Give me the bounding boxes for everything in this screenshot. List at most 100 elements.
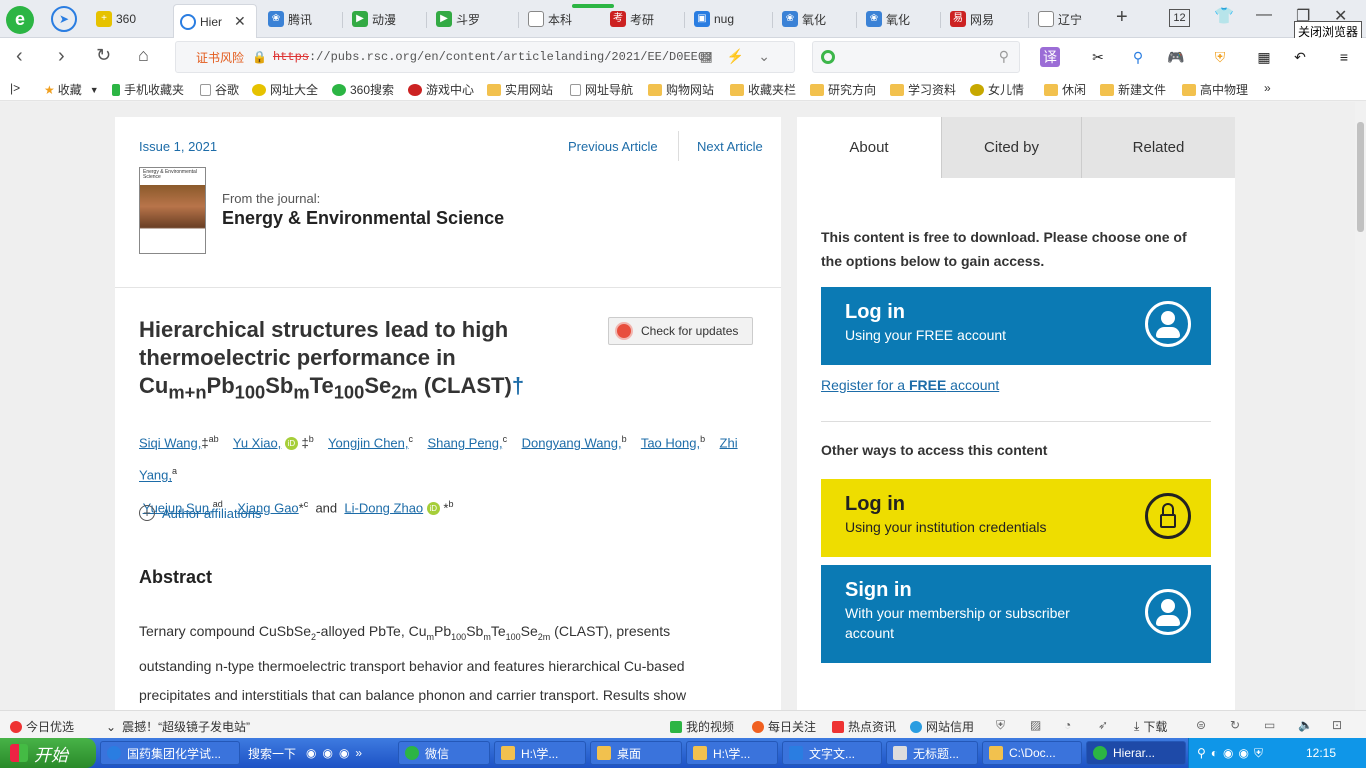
cleanup-icon[interactable]: ⊜ <box>1196 718 1206 732</box>
taskbar-item[interactable]: 桌面 <box>590 741 682 765</box>
bookmark-folder[interactable]: 休闲 <box>1044 81 1086 98</box>
orcid-icon[interactable]: iD <box>284 437 298 451</box>
taskbar-item[interactable]: 国药集团化学试... <box>100 741 240 765</box>
zoom-icon[interactable]: ⊡ <box>1332 718 1342 732</box>
site-credit[interactable]: 网站信用 <box>910 718 974 735</box>
reload-icon[interactable]: ↻ <box>96 45 111 66</box>
tab-undergrad[interactable]: 本科 <box>522 4 600 34</box>
taskbar-item[interactable]: H:\学... <box>686 741 778 765</box>
tab-cited-by[interactable]: Cited by <box>941 117 1081 178</box>
author-link[interactable]: Li-Dong Zhao <box>344 500 423 515</box>
start-button[interactable]: 开始 <box>0 738 96 768</box>
bookmark-folder[interactable]: 学习资料 <box>890 81 956 98</box>
register-link[interactable]: Register for a FREE account <box>821 377 999 393</box>
minimize-icon[interactable]: — <box>1256 6 1272 24</box>
author-link[interactable]: Yongjin Chen, <box>328 435 408 450</box>
tab-360[interactable]: +360 <box>90 4 168 34</box>
tab-oxide-1[interactable]: ❀ 氧化 <box>776 4 854 34</box>
navigation-arrow-icon[interactable]: ➤ <box>51 6 77 32</box>
tab-count-badge[interactable]: 12 <box>1169 9 1190 27</box>
daily-focus[interactable]: 每日关注 <box>752 718 816 735</box>
check-for-updates-button[interactable]: Check for updates <box>608 317 753 345</box>
scissors-icon[interactable]: ✂ <box>1088 47 1108 67</box>
previous-article-link[interactable]: Previous Article <box>568 139 658 154</box>
tab-nug[interactable]: ▣ nug <box>688 4 770 34</box>
url-bar[interactable]: 证书风险 🔒 https ://pubs.rsc.org/en/content/… <box>175 41 795 73</box>
menu-icon[interactable]: ≡ <box>1334 47 1354 67</box>
tray-icons[interactable]: ⚲◐◉◉⛨ <box>1197 746 1268 761</box>
author-link[interactable]: Yu Xiao, <box>233 435 281 450</box>
author-link[interactable]: Tao Hong, <box>641 435 700 450</box>
hot-news[interactable]: 热点资讯 <box>832 718 896 735</box>
author-link[interactable]: Siqi Wang, <box>139 435 201 450</box>
tab-liaoning[interactable]: 辽宁 <box>1032 4 1110 34</box>
taskbar-item[interactable]: 微信 <box>398 741 490 765</box>
window-icon[interactable]: ▭ <box>1264 718 1275 732</box>
journal-name[interactable]: Energy & Environmental Science <box>222 208 504 229</box>
taskbar-search[interactable]: 搜索一下 <box>242 741 296 765</box>
taskbar-item[interactable]: H:\学... <box>494 741 586 765</box>
download-button[interactable]: ⤓ 下载 <box>1134 718 1167 735</box>
browser-logo-icon[interactable]: e <box>6 6 34 34</box>
home-icon[interactable]: ⌂ <box>138 45 149 66</box>
supplementary-dagger-link[interactable]: † <box>512 373 524 398</box>
tab-hierarchical-active[interactable]: Hier ✕ <box>173 4 257 38</box>
tab-kaoyan[interactable]: 考考研 <box>604 4 682 34</box>
bookmark-item[interactable]: 游戏中心 <box>408 81 474 98</box>
volume-icon[interactable]: 🔈 <box>1298 718 1313 732</box>
bookmark-item[interactable]: 谷歌 <box>200 81 239 98</box>
undo-icon[interactable]: ↶ <box>1290 47 1310 67</box>
tab-anime[interactable]: ▶ 动漫 <box>346 4 424 34</box>
search-engine-icon[interactable] <box>821 50 835 64</box>
more-bookmarks-icon[interactable]: » <box>1264 81 1271 95</box>
image-icon[interactable]: ▨ <box>1030 718 1041 732</box>
next-article-link[interactable]: Next Article <box>697 139 763 154</box>
author-affiliations-toggle[interactable]: + Author affiliations <box>139 505 262 521</box>
bookmark-item[interactable]: 手机收藏夹 <box>112 81 184 98</box>
tab-related[interactable]: Related <box>1081 117 1235 178</box>
bookmark-item[interactable]: 女儿情 <box>970 81 1024 98</box>
tab-about[interactable]: About <box>797 117 941 178</box>
bookmark-favorites[interactable]: ★ 收藏 ▼ <box>44 81 99 98</box>
login-free-account-button[interactable]: Log in Using your FREE account <box>821 287 1211 365</box>
refresh-status-icon[interactable]: ↻ <box>1230 718 1240 732</box>
bookmark-folder[interactable]: 研究方向 <box>810 81 876 98</box>
member-sign-in-button[interactable]: Sign in With your membership or subscrib… <box>821 565 1211 663</box>
bookmark-folder[interactable]: 购物网站 <box>648 81 714 98</box>
game-controller-icon[interactable]: 🎮 <box>1166 47 1186 67</box>
my-video[interactable]: 我的视频 <box>670 718 734 735</box>
forward-icon[interactable]: › <box>58 45 65 68</box>
bookmark-item[interactable]: 网址导航 <box>570 81 633 98</box>
translate-icon[interactable]: 译 <box>1040 47 1060 67</box>
taskbar-item[interactable]: C:\Doc... <box>982 741 1082 765</box>
shield-icon[interactable]: ⛨ <box>1210 47 1230 67</box>
search-input[interactable]: ⚲ <box>812 41 1020 73</box>
sidebar-toggle-icon[interactable]: |> <box>10 81 20 95</box>
institution-login-button[interactable]: Log in Using your institution credential… <box>821 479 1211 557</box>
tab-netease[interactable]: 易网易 <box>944 4 1026 34</box>
close-tab-icon[interactable]: ✕ <box>234 13 246 30</box>
back-icon[interactable]: ‹ <box>16 45 23 68</box>
scrollbar-thumb[interactable] <box>1357 122 1364 232</box>
bookmark-item[interactable]: 360搜索 <box>332 81 394 98</box>
news-ticker[interactable]: ⌄ 震撼！“超级镜子发电站” <box>106 718 250 735</box>
skin-shirt-icon[interactable]: 👕 <box>1214 6 1234 26</box>
taskbar-item[interactable]: 无标题... <box>886 741 978 765</box>
search-tool-icon[interactable]: ⚲ <box>1128 47 1148 67</box>
bookmark-folder[interactable]: 收藏夹栏 <box>730 81 796 98</box>
bookmark-folder[interactable]: 新建文件 <box>1100 81 1166 98</box>
author-link[interactable]: Dongyang Wang, <box>522 435 622 450</box>
rocket-icon[interactable]: ➶ <box>1098 718 1108 732</box>
quick-launch-icons[interactable]: ◉◉◉» <box>300 741 392 765</box>
bookmark-item[interactable]: 网址大全 <box>252 81 318 98</box>
taskbar-item-active[interactable]: Hierar... <box>1086 741 1186 765</box>
author-link[interactable]: Shang Peng, <box>427 435 502 450</box>
tab-tencent[interactable]: ❀ 腾讯 <box>262 4 340 34</box>
speed-icon[interactable]: ◔ <box>1064 718 1071 732</box>
tab-oxide-2[interactable]: ❀ 氧化 <box>860 4 938 34</box>
issue-link[interactable]: Issue 1, 2021 <box>139 139 217 154</box>
taskbar-item[interactable]: 文字文... <box>782 741 882 765</box>
journal-cover-image[interactable]: Energy & Environmental Science <box>139 167 206 254</box>
today-picks[interactable]: 今日优选 <box>10 718 74 735</box>
new-tab-icon[interactable]: + <box>1116 6 1128 29</box>
